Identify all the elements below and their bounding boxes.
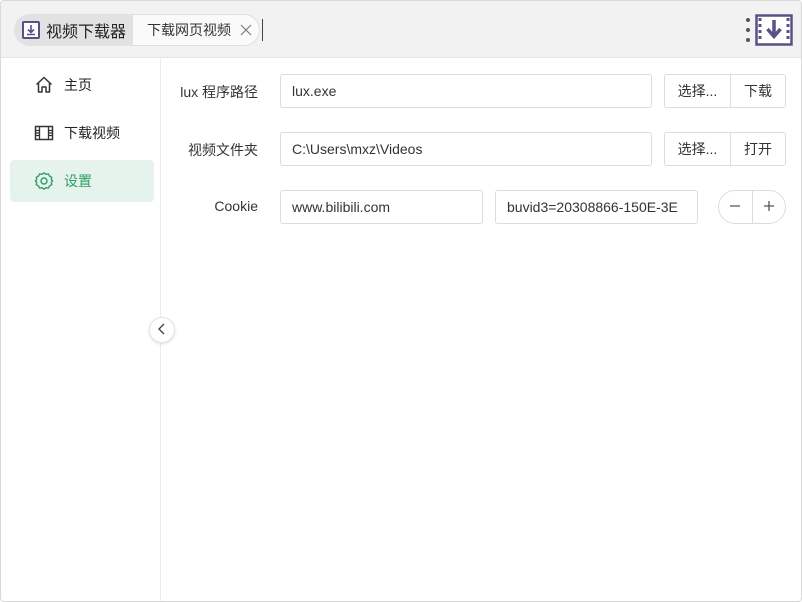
lux-path-actions: 选择... 下载: [664, 74, 786, 108]
tab-download-web-video[interactable]: 下载网页视频: [132, 14, 260, 46]
collapse-sidebar-button[interactable]: [149, 317, 175, 343]
video-folder-actions: 选择... 打开: [664, 132, 786, 166]
lux-path-label: lux 程序路径: [180, 84, 258, 100]
app-tab[interactable]: 视频下载器: [14, 14, 132, 46]
app-title: 视频下载器: [46, 24, 127, 41]
gear-icon: [34, 171, 54, 191]
film-icon: [34, 123, 54, 143]
lux-select-button[interactable]: 选择...: [665, 75, 730, 107]
download-box-icon: [22, 21, 40, 39]
lux-download-button[interactable]: 下载: [730, 75, 785, 107]
sidebar: 主页 下载视频 设置: [1, 58, 161, 601]
tab-divider: [262, 19, 263, 41]
remove-cookie-button[interactable]: [719, 191, 752, 223]
title-bar: 视频下载器 下载网页视频: [1, 1, 801, 58]
close-icon[interactable]: [239, 23, 253, 37]
folder-select-button[interactable]: 选择...: [665, 133, 730, 165]
app-window: 视频下载器 下载网页视频 主页 下载视频 设置 lux 程序路径 lux.exe…: [0, 0, 802, 602]
video-folder-input[interactable]: [280, 132, 652, 166]
sidebar-item-label: 主页: [64, 77, 92, 93]
lux-path-input[interactable]: [280, 74, 652, 108]
plus-icon: [762, 199, 776, 216]
home-icon: [34, 75, 54, 95]
film-download-logo-icon: [755, 14, 793, 46]
cookie-domain-input[interactable]: [280, 190, 483, 224]
sidebar-item-label: 设置: [64, 173, 92, 189]
cookie-value-input[interactable]: [495, 190, 698, 224]
sidebar-item-download-video[interactable]: 下载视频: [10, 112, 154, 154]
video-folder-label: 视频文件夹: [188, 142, 258, 158]
folder-open-button[interactable]: 打开: [730, 133, 785, 165]
add-cookie-button[interactable]: [751, 191, 785, 223]
sidebar-item-settings[interactable]: 设置: [10, 160, 154, 202]
tab-label: 下载网页视频: [147, 22, 231, 38]
more-options-icon[interactable]: [745, 18, 751, 42]
sidebar-item-label: 下载视频: [64, 125, 120, 141]
sidebar-item-home[interactable]: 主页: [10, 64, 154, 106]
cookie-stepper: [718, 190, 786, 224]
cookie-label: Cookie: [214, 198, 258, 214]
minus-icon: [728, 199, 742, 216]
chevron-left-icon: [157, 322, 167, 338]
